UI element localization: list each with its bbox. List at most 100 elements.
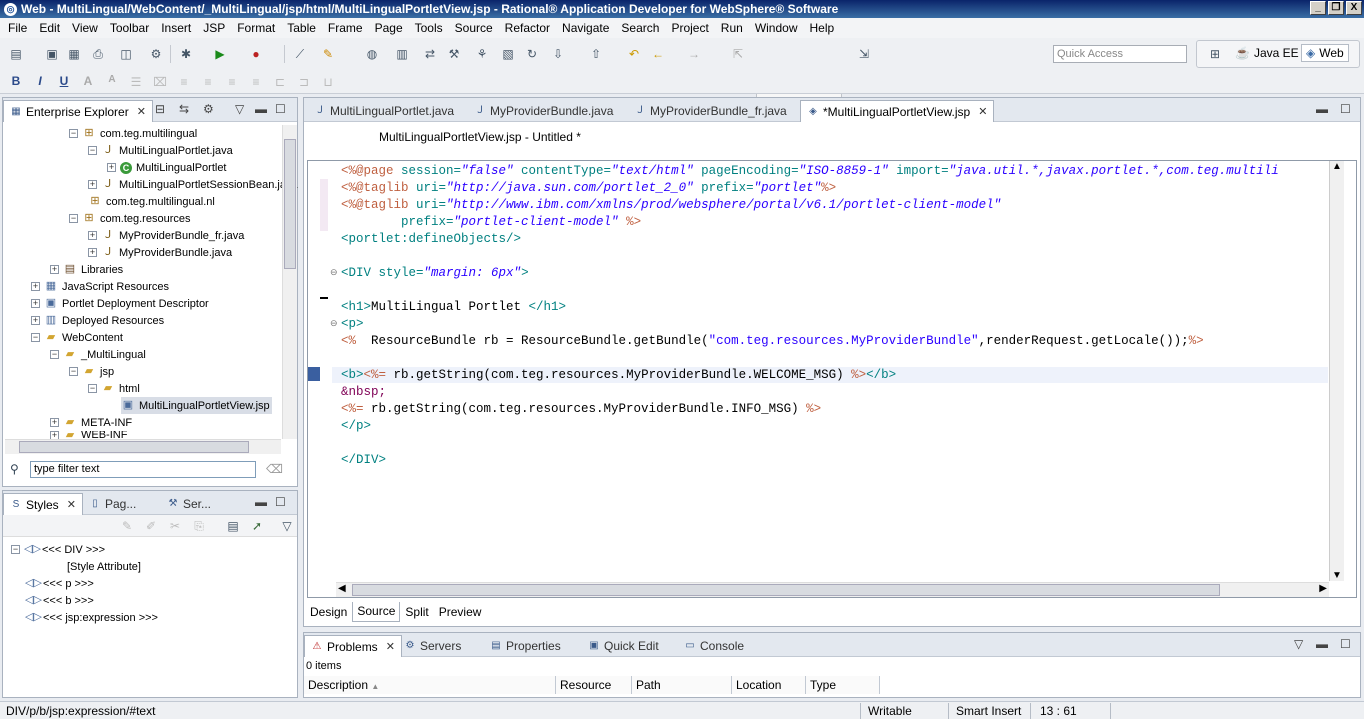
- menu-insert[interactable]: Insert: [155, 21, 197, 35]
- tab-myproviderbundle-java[interactable]: Ｊ MyProviderBundle.java: [468, 100, 619, 122]
- tree-item[interactable]: − ▰ _MultiLingual: [50, 346, 146, 363]
- pin-icon[interactable]: ⇱: [730, 46, 746, 62]
- toggle-icon[interactable]: ⟋: [292, 46, 308, 62]
- expand-icon[interactable]: +: [31, 282, 40, 291]
- filter-icon[interactable]: ⚙: [203, 102, 214, 116]
- font-larger-button[interactable]: A: [80, 74, 96, 88]
- column-path[interactable]: Path: [632, 676, 732, 694]
- export-icon[interactable]: ⇲: [856, 46, 872, 62]
- font-smaller-button[interactable]: A: [104, 74, 120, 85]
- view-menu-icon[interactable]: ▽: [235, 102, 244, 116]
- style-tree-item[interactable]: − ◁▷ <<< DIV >>>: [11, 541, 105, 558]
- restore-button[interactable]: ❐: [1328, 1, 1344, 15]
- minimize-icon[interactable]: ▬: [1316, 637, 1328, 651]
- style-tree-item[interactable]: ◁▷ <<< p >>>: [25, 575, 94, 592]
- menu-source[interactable]: Source: [449, 21, 499, 35]
- indent-icon[interactable]: ≡: [176, 74, 192, 90]
- close-icon[interactable]: ✕: [978, 105, 987, 118]
- tree-item[interactable]: + Ｊ MyProviderBundle.java: [88, 244, 232, 261]
- collapse-icon[interactable]: −: [88, 146, 97, 155]
- expand-icon[interactable]: +: [107, 163, 116, 172]
- scroll-up-icon[interactable]: ▲: [1332, 161, 1342, 172]
- next-annotation-icon[interactable]: ⇩: [550, 46, 566, 62]
- maximize-icon[interactable]: ☐: [275, 495, 286, 509]
- new-style-icon[interactable]: ✎: [119, 518, 135, 534]
- debug-icon[interactable]: ✱: [178, 46, 194, 62]
- external-tools-icon[interactable]: ●: [248, 46, 264, 62]
- menu-navigate[interactable]: Navigate: [556, 21, 615, 35]
- menu-edit[interactable]: Edit: [33, 21, 66, 35]
- select-icon[interactable]: ➚: [249, 518, 265, 534]
- view-menu-icon[interactable]: ▽: [279, 518, 295, 534]
- menu-window[interactable]: Window: [749, 21, 804, 35]
- tab-services[interactable]: ⚒ Ser...: [161, 493, 217, 515]
- clear-filter-icon[interactable]: ⌫: [266, 462, 283, 476]
- filter-input[interactable]: type filter text: [30, 461, 256, 478]
- menu-refactor[interactable]: Refactor: [499, 21, 556, 35]
- menu-page[interactable]: Page: [369, 21, 409, 35]
- scroll-thumb[interactable]: [352, 584, 1220, 596]
- print-icon[interactable]: ⎙: [90, 46, 106, 62]
- menu-frame[interactable]: Frame: [322, 21, 369, 35]
- list-icon[interactable]: ⊐: [296, 74, 312, 90]
- block-icon[interactable]: ⊏: [272, 74, 288, 90]
- align-right-icon[interactable]: ≡: [224, 74, 240, 90]
- annotation-icon[interactable]: ✎: [320, 46, 336, 62]
- tree-item[interactable]: − ⊞ com.teg.multilingual: [69, 125, 197, 142]
- menu-table[interactable]: Table: [281, 21, 322, 35]
- bold-button[interactable]: B: [8, 74, 24, 88]
- style-tree-item[interactable]: ◁▷ <<< jsp:expression >>>: [25, 609, 158, 626]
- maximize-icon[interactable]: ☐: [1340, 102, 1351, 116]
- collapse-icon[interactable]: −: [31, 333, 40, 342]
- editor-vertical-scrollbar[interactable]: ▲ ▼: [1329, 161, 1344, 581]
- last-edit-icon[interactable]: ↶: [626, 46, 642, 62]
- tab-page-data[interactable]: ▯ Pag...: [83, 493, 142, 515]
- vertical-scrollbar[interactable]: [282, 125, 297, 439]
- tree-item[interactable]: + ▣ Portlet Deployment Descriptor: [31, 295, 209, 312]
- menu-project[interactable]: Project: [665, 21, 714, 35]
- close-icon[interactable]: ✕: [67, 498, 76, 511]
- minimize-icon[interactable]: ▬: [1316, 102, 1328, 116]
- style-tree-item[interactable]: ◁▷ <<< b >>>: [25, 592, 94, 609]
- close-button[interactable]: X: [1346, 1, 1362, 15]
- tab-quick-edit[interactable]: ▣ Quick Edit: [582, 635, 665, 657]
- scroll-right-icon[interactable]: ▶: [1319, 583, 1327, 594]
- tab-preview[interactable]: Preview: [434, 602, 487, 622]
- tree-item[interactable]: − ▰ jsp: [69, 363, 114, 380]
- expand-icon[interactable]: +: [50, 431, 59, 439]
- menu-toolbar[interactable]: Toolbar: [104, 21, 155, 35]
- open-page-icon[interactable]: ▥: [394, 46, 410, 62]
- source-editor[interactable]: <%@page session="false" contentType="tex…: [307, 160, 1357, 598]
- tab-servers[interactable]: ⚙ Servers: [398, 635, 467, 657]
- menu-format[interactable]: Format: [231, 21, 281, 35]
- tab-console[interactable]: ▭ Console: [678, 635, 750, 657]
- tree-item[interactable]: − ▰ html: [88, 380, 140, 397]
- remove-style-icon[interactable]: ✂: [167, 518, 183, 534]
- close-icon[interactable]: ✕: [386, 640, 395, 653]
- tree-item[interactable]: + ▤ Libraries: [50, 261, 123, 278]
- align-center-icon[interactable]: ≡: [200, 74, 216, 90]
- back-icon[interactable]: ←: [650, 46, 666, 62]
- expand-icon[interactable]: +: [50, 265, 59, 274]
- view-menu-icon[interactable]: ▽: [1294, 637, 1303, 651]
- collapse-all-icon[interactable]: ⊟: [155, 102, 165, 116]
- close-icon[interactable]: ✕: [137, 105, 146, 118]
- scroll-left-icon[interactable]: ◀: [338, 583, 346, 594]
- column-resource[interactable]: Resource: [556, 676, 632, 694]
- align-left-icon[interactable]: ☰: [128, 74, 144, 90]
- menu-tools[interactable]: Tools: [409, 21, 449, 35]
- quick-access-field[interactable]: Quick Access: [1053, 45, 1187, 63]
- perspective-web[interactable]: ◈ Web: [1301, 44, 1349, 62]
- scroll-down-icon[interactable]: ▼: [1332, 570, 1342, 581]
- collapse-icon[interactable]: −: [69, 129, 78, 138]
- collapse-icon[interactable]: −: [11, 545, 20, 554]
- new-icon[interactable]: ▤: [8, 46, 24, 62]
- fold-icon[interactable]: ⊖: [330, 318, 338, 329]
- run-icon[interactable]: ▶: [212, 46, 228, 62]
- column-type[interactable]: Type: [806, 676, 880, 694]
- tree-item[interactable]: + C MultiLingualPortlet: [107, 159, 227, 176]
- clear-format-icon[interactable]: ⌧: [152, 74, 168, 90]
- scroll-thumb[interactable]: [284, 139, 296, 269]
- tree-item[interactable]: ⊞ com.teg.multilingual.nl: [88, 193, 214, 210]
- fold-icon[interactable]: ⊖: [330, 267, 338, 278]
